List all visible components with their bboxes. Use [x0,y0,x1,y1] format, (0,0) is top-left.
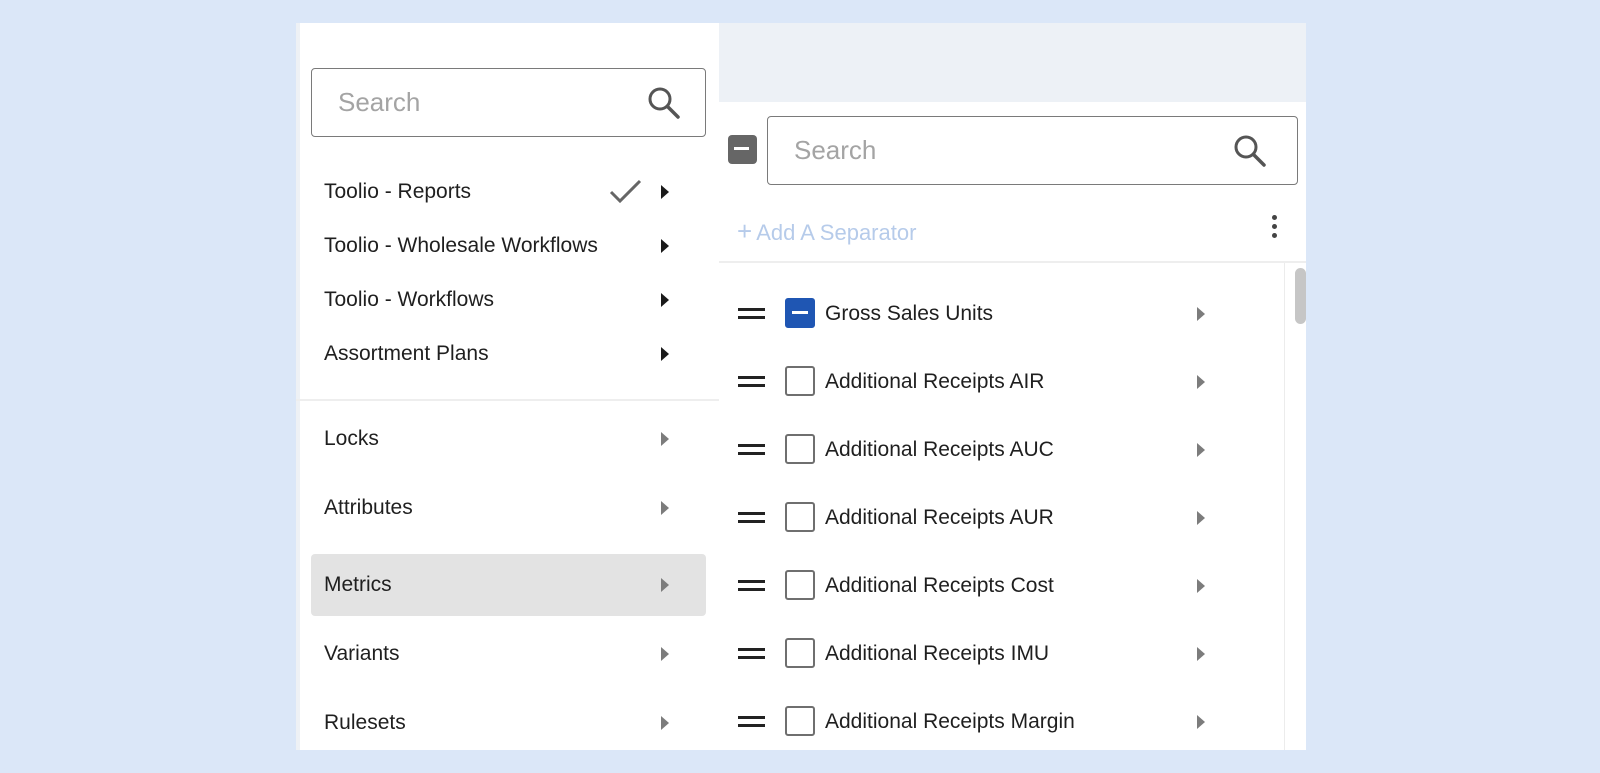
menu-item-label: Assortment Plans [324,342,489,365]
menu-item-label: Metrics [324,573,392,596]
left-search-input[interactable] [312,69,632,135]
metric-label: Additional Receipts IMU [825,642,1050,665]
metric-label: Additional Receipts Cost [825,574,1054,597]
right-search-input[interactable] [768,117,1218,183]
drag-handle-icon[interactable] [738,580,765,592]
right-search-box [767,116,1298,185]
menu-item-label: Rulesets [324,711,406,734]
metric-label: Additional Receipts AIR [825,370,1045,393]
caret-right-icon [661,239,669,253]
metric-checkbox[interactable] [785,706,815,736]
caret-right-icon [661,647,669,661]
plus-icon: + [737,216,753,246]
scrollbar-track[interactable] [1284,263,1306,750]
caret-right-icon [661,347,669,361]
page-background: Toolio - Reports Toolio - Wholesale Work… [0,0,1600,773]
add-separator-label: Add A Separator [756,220,917,245]
menu-item-toolio-workflows[interactable]: Toolio - Workflows [311,274,706,326]
metric-label: Additional Receipts Margin [825,710,1075,733]
caret-right-icon [661,716,669,730]
drag-handle-icon[interactable] [738,444,765,456]
drag-handle-icon[interactable] [738,308,765,320]
caret-right-icon [661,432,669,446]
menu-item-label: Locks [324,427,379,450]
metric-checkbox[interactable] [785,366,815,396]
caret-right-icon[interactable] [1197,375,1205,389]
list-item[interactable]: Gross Sales Units [719,280,1279,348]
drag-handle-icon[interactable] [738,716,765,728]
left-search-box [311,68,706,137]
metric-label: Gross Sales Units [825,302,994,325]
menu-item-attributes[interactable]: Attributes [311,477,706,539]
list-item[interactable]: Additional Receipts AUC [719,416,1279,484]
list-item[interactable]: Additional Receipts IMU [719,620,1279,688]
list-item[interactable]: Additional Receipts AIR [719,348,1279,416]
menu-item-label: Variants [324,642,400,665]
menu-divider [296,399,719,401]
menu-item-label: Toolio - Workflows [324,288,494,311]
drag-handle-icon[interactable] [738,376,765,388]
metrics-pane-header-bar [719,23,1306,102]
menu-item-toolio-reports[interactable]: Toolio - Reports [311,166,706,218]
menu-item-toolio-wholesale-workflows[interactable]: Toolio - Wholesale Workflows [311,220,706,272]
menu-item-label: Toolio - Wholesale Workflows [324,234,598,257]
metric-checkbox[interactable] [785,298,815,328]
metric-label: Additional Receipts AUC [825,438,1054,461]
caret-right-icon[interactable] [1197,307,1205,321]
metrics-list: Gross Sales Units Additional Receipts AI… [719,263,1306,750]
menu-item-metrics[interactable]: Metrics [311,554,706,616]
more-options-icon[interactable] [1267,213,1281,243]
list-item[interactable]: Additional Receipts Margin [719,688,1279,750]
caret-right-icon [661,185,669,199]
drag-handle-icon[interactable] [738,512,765,524]
drag-handle-icon[interactable] [738,648,765,660]
deselect-all-checkbox[interactable] [728,135,757,164]
menu-item-variants[interactable]: Variants [311,623,706,685]
list-item[interactable]: Additional Receipts Cost [719,552,1279,620]
list-item[interactable]: Additional Receipts AUR [719,484,1279,552]
column-picker-panel: Toolio - Reports Toolio - Wholesale Work… [296,23,1306,750]
menu-item-label: Attributes [324,496,413,519]
category-menu: Toolio - Reports Toolio - Wholesale Work… [296,23,719,750]
metric-checkbox[interactable] [785,434,815,464]
caret-right-icon[interactable] [1197,647,1205,661]
metric-checkbox[interactable] [785,570,815,600]
scrollbar-thumb[interactable] [1295,268,1306,324]
caret-right-icon[interactable] [1197,443,1205,457]
metric-checkbox[interactable] [785,502,815,532]
caret-right-icon[interactable] [1197,511,1205,525]
caret-right-icon [661,293,669,307]
add-separator-button[interactable]: + Add A Separator [737,216,916,247]
metric-checkbox[interactable] [785,638,815,668]
metrics-pane: +Add A Separator Gross Sales Units Addit… [719,23,1306,750]
caret-right-icon[interactable] [1197,715,1205,729]
menu-item-rulesets[interactable]: Rulesets [311,692,706,750]
caret-right-icon [661,501,669,515]
search-icon[interactable] [1233,134,1267,168]
metric-label: Additional Receipts AUR [825,506,1054,529]
menu-item-assortment-plans[interactable]: Assortment Plans [311,328,706,380]
caret-right-icon[interactable] [1197,579,1205,593]
search-icon[interactable] [647,86,681,120]
menu-item-locks[interactable]: Locks [311,408,706,470]
caret-right-icon [661,578,669,592]
checkmark-icon [609,179,642,204]
menu-item-label: Toolio - Reports [324,180,472,203]
